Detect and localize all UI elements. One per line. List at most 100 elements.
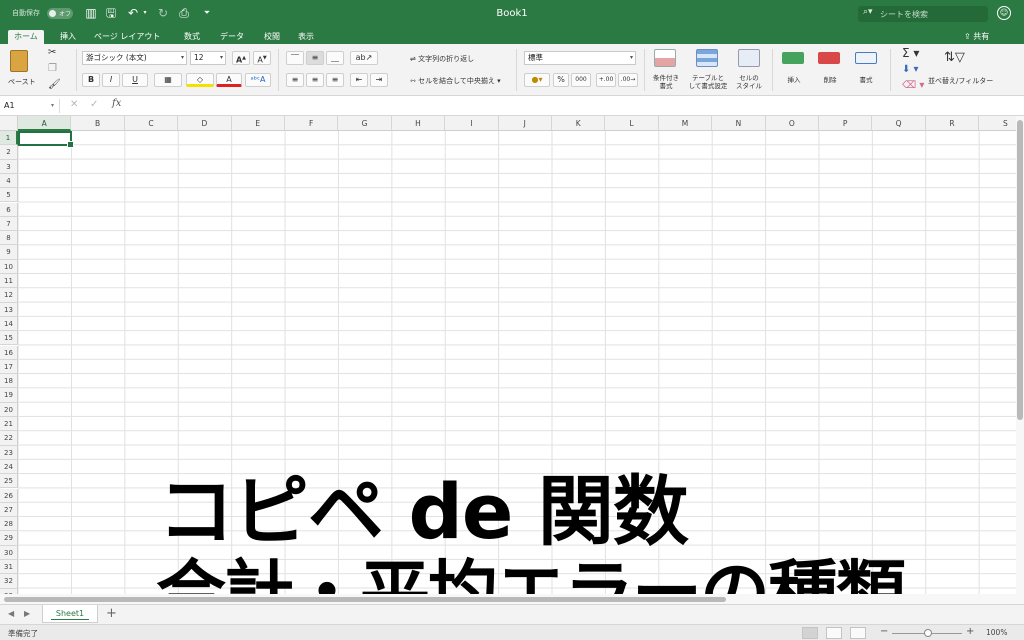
row-header[interactable]: 22	[0, 431, 18, 446]
customize-toolbar-icon[interactable]: ⏷	[200, 6, 214, 20]
column-header[interactable]: B	[71, 116, 125, 131]
row-header[interactable]: 10	[0, 259, 18, 274]
row-header[interactable]: 28	[0, 517, 18, 532]
column-header[interactable]: A	[18, 116, 72, 131]
font-size-select[interactable]: 12 ▾	[190, 51, 226, 65]
column-header[interactable]: F	[285, 116, 339, 131]
comma-button[interactable]: 000	[571, 73, 591, 87]
page-break-view-icon[interactable]	[850, 627, 866, 639]
save-icon[interactable]: 🖫	[104, 6, 118, 20]
delete-cells-icon[interactable]	[818, 52, 840, 64]
format-as-table-button[interactable]: テーブルと して書式設定	[684, 74, 732, 90]
undo-dropdown-icon[interactable]: ▾	[138, 6, 152, 20]
fill-icon[interactable]: ⬇ ▾	[902, 64, 919, 75]
row-header[interactable]: 29	[0, 531, 18, 546]
share-button[interactable]: ⇪ 共有	[964, 31, 989, 42]
row-header[interactable]: 2	[0, 145, 18, 160]
formula-input[interactable]	[130, 99, 1010, 113]
row-header[interactable]: 12	[0, 288, 18, 303]
tab-view[interactable]: 表示	[292, 30, 320, 44]
column-header[interactable]: K	[552, 116, 606, 131]
column-header[interactable]: J	[498, 116, 552, 131]
decrease-decimal-button[interactable]: .00→	[618, 73, 638, 87]
add-sheet-icon[interactable]: +	[106, 607, 117, 621]
prev-sheet-icon[interactable]: ◀	[8, 609, 14, 618]
tab-insert[interactable]: 挿入	[54, 30, 82, 44]
page-layout-view-icon[interactable]	[826, 627, 842, 639]
font-name-select[interactable]: 游ゴシック (本文) ▾	[82, 51, 187, 65]
tab-home[interactable]: ホーム	[8, 30, 44, 44]
row-header[interactable]: 30	[0, 545, 18, 560]
cut-icon[interactable]: ✂	[48, 47, 56, 58]
font-color-button[interactable]: A	[216, 73, 242, 87]
row-header[interactable]: 19	[0, 388, 18, 403]
sheet-tab-sheet1[interactable]: Sheet1	[42, 605, 98, 623]
column-header[interactable]: P	[819, 116, 873, 131]
tab-formulas[interactable]: 数式	[178, 30, 206, 44]
decrease-font-button[interactable]: A▼	[253, 51, 271, 65]
tab-review[interactable]: 校閲	[258, 30, 286, 44]
row-header[interactable]: 18	[0, 374, 18, 389]
orientation-button[interactable]: ab↗	[350, 51, 378, 65]
format-cells-label[interactable]: 書式	[852, 76, 880, 84]
redo-icon[interactable]: ↻	[156, 6, 170, 20]
print-icon[interactable]: ⎙	[177, 6, 191, 20]
number-format-select[interactable]: 標準 ▾	[524, 51, 636, 65]
merge-center-button[interactable]: ⇿ セルを結合して中央揃え ▾	[410, 76, 501, 86]
row-header[interactable]: 32	[0, 574, 18, 589]
currency-button[interactable]: ●▾	[524, 73, 550, 87]
zoom-in-icon[interactable]: +	[966, 626, 974, 637]
zoom-slider-knob[interactable]	[924, 629, 932, 637]
row-header[interactable]: 14	[0, 316, 18, 332]
column-header[interactable]: G	[338, 116, 392, 131]
cell-styles-button[interactable]: セルの スタイル	[730, 74, 768, 90]
align-right-button[interactable]: ≡	[326, 73, 344, 87]
sheet-search[interactable]: ⌕▾	[858, 6, 988, 22]
row-header[interactable]: 24	[0, 459, 18, 475]
column-header[interactable]: D	[178, 116, 232, 131]
format-cells-icon[interactable]	[855, 52, 877, 64]
horizontal-scrollbar[interactable]	[0, 594, 1024, 604]
decrease-indent-button[interactable]: ⇤	[350, 73, 368, 87]
vertical-scroll-thumb[interactable]	[1017, 120, 1023, 420]
bold-button[interactable]: B	[82, 73, 100, 87]
horizontal-scroll-thumb[interactable]	[4, 597, 726, 602]
row-header[interactable]: 9	[0, 245, 18, 260]
row-header[interactable]: 31	[0, 560, 18, 575]
delete-cells-label[interactable]: 削除	[816, 76, 844, 84]
percent-button[interactable]: %	[553, 73, 569, 87]
column-header[interactable]: I	[445, 116, 499, 131]
align-center-button[interactable]: ≡	[306, 73, 324, 87]
sort-filter-icon[interactable]: ⇅▽	[944, 50, 965, 65]
increase-indent-button[interactable]: ⇥	[370, 73, 388, 87]
conditional-format-button[interactable]: 条件付き 書式	[646, 74, 686, 90]
active-cell[interactable]	[18, 131, 74, 148]
zoom-out-icon[interactable]: −	[880, 626, 888, 637]
format-painter-icon[interactable]: 🖌	[48, 79, 61, 90]
italic-button[interactable]: I	[102, 73, 120, 87]
align-top-button[interactable]: ⎺	[286, 51, 304, 65]
cancel-icon[interactable]: ✕	[70, 99, 78, 110]
column-header[interactable]: N	[712, 116, 766, 131]
row-header[interactable]: 11	[0, 274, 18, 289]
column-header[interactable]: O	[765, 116, 819, 131]
column-header[interactable]: S	[979, 116, 1016, 131]
row-header[interactable]: 21	[0, 417, 18, 432]
search-input[interactable]	[880, 7, 984, 21]
format-as-table-icon[interactable]	[696, 49, 718, 67]
insert-cells-icon[interactable]	[782, 52, 804, 64]
row-header[interactable]: 6	[0, 202, 18, 217]
row-header[interactable]: 3	[0, 159, 18, 174]
column-header[interactable]: C	[124, 116, 179, 131]
autosum-icon[interactable]: Σ ▾	[902, 46, 919, 60]
underline-button[interactable]: U	[122, 73, 148, 87]
zoom-level[interactable]: 100%	[986, 628, 1007, 637]
row-header[interactable]: 16	[0, 345, 18, 360]
row-header[interactable]: 8	[0, 231, 18, 246]
tab-data[interactable]: データ	[214, 30, 250, 44]
row-header[interactable]: 1	[0, 131, 18, 146]
worksheet-grid[interactable]: ABCDEFGHIJKLMNOPQRS 1 2 3 4 5 6 7 8 9 10 11 12 13 14 1…	[0, 116, 1016, 594]
row-header[interactable]: 26	[0, 488, 18, 503]
column-header[interactable]: R	[925, 116, 980, 131]
row-header[interactable]: 17	[0, 359, 18, 375]
